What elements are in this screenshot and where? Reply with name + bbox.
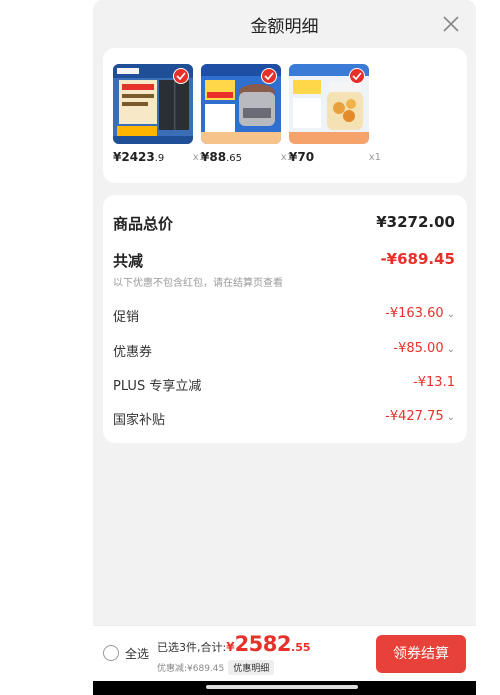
selected-count-text: 已选3件,合计:	[157, 641, 227, 654]
discount-detail-button[interactable]: 优惠明细	[228, 660, 275, 675]
home-indicator-bar	[93, 681, 476, 695]
plus-discount-value: -¥13.1	[413, 375, 455, 390]
selected-check-icon[interactable]	[349, 68, 365, 84]
checkout-bar: 全选 已选3件,合计:¥2582.55 优惠减:¥689.45 优惠明细 领券结算	[93, 625, 476, 681]
product-image-rice-cooker[interactable]	[201, 64, 281, 144]
amount-detail-sheet: 金额明细 ¥2423.9 x1 ¥88.65 x1 ¥70 x1 商品总价 ¥3…	[93, 0, 476, 695]
sheet-title: 金额明细	[250, 17, 319, 37]
discount-note: 以下优惠不包含红包，请在结算页查看	[113, 278, 283, 289]
coupon-value[interactable]: -¥85.00 ⌄	[393, 341, 455, 356]
discount-summary: 优惠减:¥689.45 优惠明细	[157, 660, 275, 675]
national-subsidy-label: 国家补贴	[113, 413, 166, 428]
product-price: ¥2423.9	[113, 150, 165, 164]
promotion-label: 促销	[113, 310, 140, 325]
close-icon[interactable]	[441, 14, 461, 34]
selected-check-icon[interactable]	[261, 68, 277, 84]
promotion-value[interactable]: -¥163.60 ⌄	[385, 306, 455, 321]
total-price-label: 商品总价	[113, 215, 174, 233]
coupon-label: 优惠券	[113, 345, 153, 360]
product-item[interactable]: ¥88.65 x1	[201, 64, 293, 164]
total-price-value: ¥3272.00	[376, 213, 455, 231]
currency-symbol: ¥	[226, 640, 235, 654]
product-quantity: x1	[368, 152, 381, 163]
checkout-button[interactable]: 领券结算	[376, 635, 466, 673]
total-amount-decimal: .55	[291, 641, 311, 654]
product-image-food-chopper[interactable]	[289, 64, 369, 144]
product-item[interactable]: ¥70 x1	[289, 64, 381, 164]
chevron-down-icon[interactable]: ⌄	[447, 344, 455, 355]
product-price: ¥88.65	[201, 150, 242, 164]
national-subsidy-value[interactable]: -¥427.75 ⌄	[385, 409, 455, 424]
sheet-header: 金额明细	[93, 0, 476, 48]
discount-label: 共减	[113, 252, 144, 270]
discount-summary-text: 优惠减:¥689.45	[157, 664, 225, 674]
home-indicator[interactable]	[206, 685, 358, 689]
product-price: ¥70	[289, 150, 315, 164]
product-list-card: ¥2423.9 x1 ¥88.65 x1 ¥70 x1	[103, 48, 467, 183]
plus-discount-label: PLUS 专享立减	[113, 379, 202, 394]
product-image-refrigerator[interactable]	[113, 64, 193, 144]
product-item[interactable]: ¥2423.9 x1	[113, 64, 205, 164]
chevron-down-icon[interactable]: ⌄	[447, 412, 455, 423]
discount-value: -¥689.45	[380, 250, 455, 268]
select-all-radio[interactable]	[103, 645, 119, 661]
total-amount: 2582	[234, 632, 292, 656]
order-summary: 已选3件,合计:¥2582.55 优惠减:¥689.45 优惠明细	[157, 632, 311, 675]
select-all-label[interactable]: 全选	[125, 645, 149, 662]
price-summary-card: 商品总价 ¥3272.00 共减 -¥689.45 以下优惠不包含红包，请在结算…	[103, 195, 467, 443]
selected-check-icon[interactable]	[173, 68, 189, 84]
chevron-down-icon[interactable]: ⌄	[447, 309, 455, 320]
